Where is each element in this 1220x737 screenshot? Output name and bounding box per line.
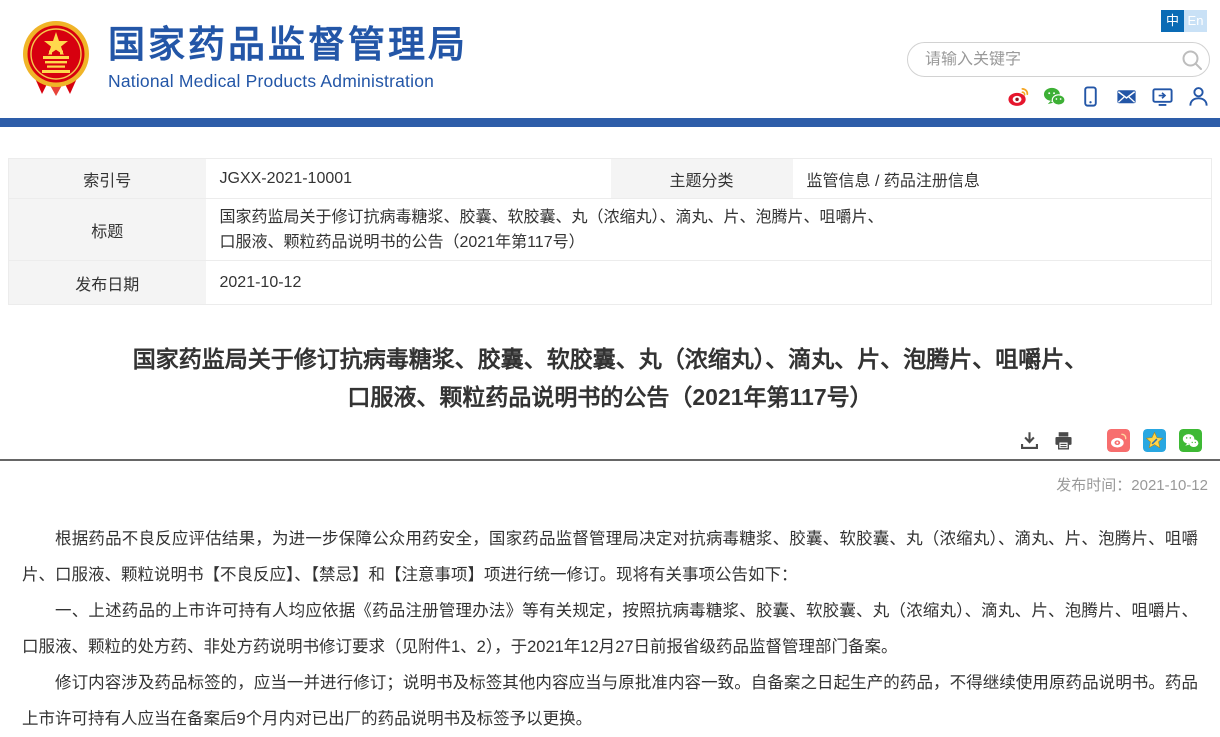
wechat-icon[interactable] <box>1043 85 1066 108</box>
table-row: 标题 国家药监局关于修订抗病毒糖浆、胶囊、软胶囊、丸（浓缩丸）、滴丸、片、泡腾片… <box>9 199 1212 261</box>
site-subtitle: National Medical Products Administration <box>108 71 468 92</box>
index-label: 索引号 <box>9 159 206 199</box>
share-wechat-icon[interactable] <box>1179 429 1202 452</box>
topic-label: 主题分类 <box>611 159 793 199</box>
search-input[interactable] <box>908 51 1175 69</box>
article-paragraph-3: 修订内容涉及药品标签的，应当一并进行修订；说明书及标签其他内容应当与原批准内容一… <box>22 665 1198 737</box>
header-accent-bar <box>0 118 1220 127</box>
weibo-icon[interactable] <box>1007 85 1030 108</box>
publish-time-value: 2021-10-12 <box>1131 477 1208 494</box>
language-switcher: 中 En <box>1161 10 1207 32</box>
article-title: 国家药监局关于修订抗病毒糖浆、胶囊、软胶囊、丸（浓缩丸）、滴丸、片、泡腾片、咀嚼… <box>8 340 1212 416</box>
title-value: 国家药监局关于修订抗病毒糖浆、胶囊、软胶囊、丸（浓缩丸）、滴丸、片、泡腾片、咀嚼… <box>206 199 1212 261</box>
title-value-line1: 国家药监局关于修订抗病毒糖浆、胶囊、软胶囊、丸（浓缩丸）、滴丸、片、泡腾片、咀嚼… <box>220 205 1212 230</box>
lang-english-button[interactable]: En <box>1184 10 1207 32</box>
publish-time-label: 发布时间： <box>1056 477 1131 494</box>
mail-icon[interactable] <box>1115 85 1138 108</box>
share-weibo-icon[interactable] <box>1107 429 1130 452</box>
date-label: 发布日期 <box>9 261 206 305</box>
document-info-table: 索引号 JGXX-2021-10001 主题分类 监管信息 / 药品注册信息 标… <box>8 158 1212 305</box>
article-title-line1: 国家药监局关于修订抗病毒糖浆、胶囊、软胶囊、丸（浓缩丸）、滴丸、片、泡腾片、咀嚼… <box>8 340 1212 378</box>
monitor-icon[interactable] <box>1151 85 1174 108</box>
social-links <box>1007 85 1210 108</box>
mobile-icon[interactable] <box>1079 85 1102 108</box>
user-icon[interactable] <box>1187 85 1210 108</box>
download-icon[interactable] <box>1019 430 1040 451</box>
article-toolbar <box>8 429 1212 452</box>
search-box <box>907 42 1210 77</box>
article-paragraph-1: 根据药品不良反应评估结果，为进一步保障公众用药安全，国家药品监督管理局决定对抗病… <box>22 521 1198 593</box>
title-label: 标题 <box>9 199 206 261</box>
lang-chinese-button[interactable]: 中 <box>1161 10 1184 32</box>
article-paragraph-2: 一、上述药品的上市许可持有人均应依据《药品注册管理办法》等有关规定，按照抗病毒糖… <box>22 593 1198 665</box>
site-header: 国家药品监督管理局 National Medical Products Admi… <box>0 0 1220 118</box>
index-value: JGXX-2021-10001 <box>206 159 611 199</box>
share-qzone-icon[interactable] <box>1143 429 1166 452</box>
site-logo[interactable]: 国家药品监督管理局 National Medical Products Admi… <box>22 18 468 96</box>
table-row: 发布日期 2021-10-12 <box>9 261 1212 305</box>
publish-time-row: 发布时间：2021-10-12 <box>0 474 1220 495</box>
title-value-line2: 口服液、颗粒药品说明书的公告（2021年第117号） <box>220 230 1212 255</box>
date-value: 2021-10-12 <box>206 261 1212 305</box>
content-divider <box>0 459 1220 461</box>
table-row: 索引号 JGXX-2021-10001 主题分类 监管信息 / 药品注册信息 <box>9 159 1212 199</box>
print-icon[interactable] <box>1053 430 1074 451</box>
site-title: 国家药品监督管理局 <box>108 23 468 67</box>
search-icon <box>1180 48 1204 72</box>
search-button[interactable] <box>1175 43 1209 77</box>
topic-value: 监管信息 / 药品注册信息 <box>793 159 1212 199</box>
main-content: 索引号 JGXX-2021-10001 主题分类 监管信息 / 药品注册信息 标… <box>0 158 1220 452</box>
article-body: 根据药品不良反应评估结果，为进一步保障公众用药安全，国家药品监督管理局决定对抗病… <box>22 521 1198 737</box>
article-title-line2: 口服液、颗粒药品说明书的公告（2021年第117号） <box>8 378 1212 416</box>
national-emblem-icon <box>22 18 90 96</box>
